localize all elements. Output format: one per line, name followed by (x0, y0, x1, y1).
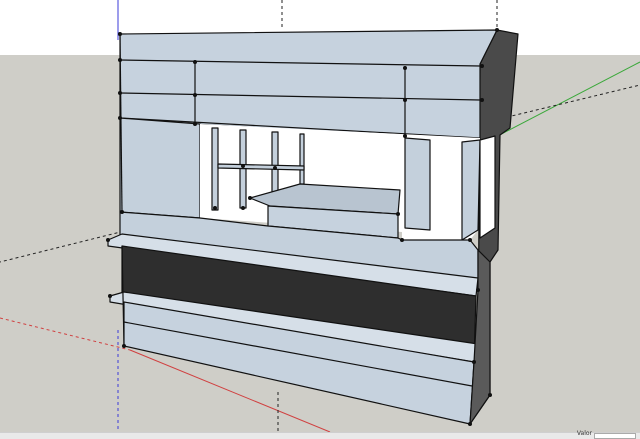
vertex (118, 32, 122, 36)
right-post-shadow (479, 135, 496, 239)
vertex (193, 122, 197, 126)
vertex (273, 166, 277, 170)
vertex (480, 64, 484, 68)
mullion-far (299, 133, 305, 185)
vertex (403, 98, 407, 102)
vertex (476, 288, 480, 292)
vertex (122, 344, 126, 348)
vertex (213, 206, 217, 210)
right-window-post (404, 137, 431, 231)
vertex (396, 212, 400, 216)
vertex (468, 238, 472, 242)
status-bar: Valor (0, 430, 640, 439)
vertex (118, 91, 122, 95)
mullion-left (211, 127, 219, 211)
measurements-input[interactable] (594, 433, 636, 439)
vertex (120, 210, 124, 214)
vertex (118, 116, 122, 120)
vertex (248, 196, 252, 200)
vertex (495, 28, 499, 32)
left-pillar (119, 117, 201, 219)
vertex (241, 164, 245, 168)
vertex (472, 360, 476, 364)
right-inner-wall (461, 139, 481, 241)
vertex (241, 206, 245, 210)
vertex (106, 238, 110, 242)
mullion-right (271, 131, 279, 193)
vertex (468, 422, 472, 426)
measurements-label: Valor (576, 430, 592, 437)
vertex (193, 60, 197, 64)
vertex (108, 294, 112, 298)
scene-canvas[interactable] (0, 0, 640, 432)
vertex (193, 93, 197, 97)
vertex (488, 393, 492, 397)
vertex (480, 98, 484, 102)
vertex (118, 58, 122, 62)
vertex (403, 66, 407, 70)
modeling-viewport[interactable] (0, 0, 640, 432)
vertex (403, 134, 407, 138)
vertex (400, 238, 404, 242)
